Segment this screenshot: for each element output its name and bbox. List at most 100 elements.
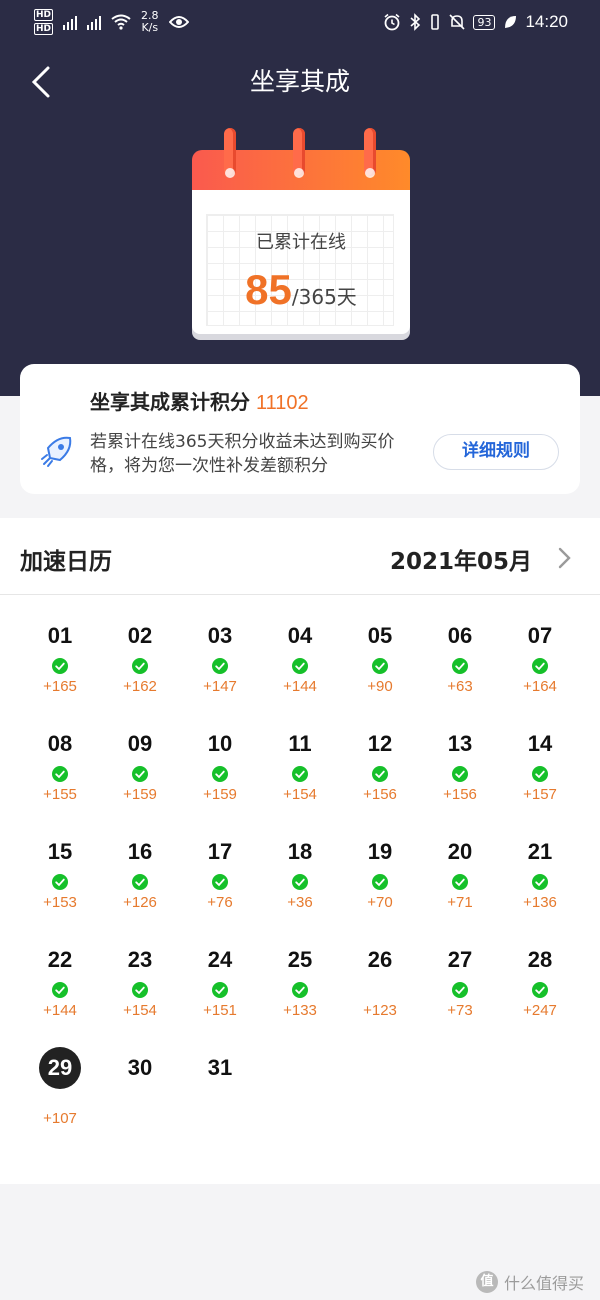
day-points-gain: +70 <box>367 894 393 911</box>
watermark-text: 什么值得买 <box>503 1274 584 1293</box>
calendar-day[interactable]: 27 +73 <box>420 942 500 1050</box>
acceleration-calendar: 加速日历 2021年05月 01 +165 02 +162 03 +147 04 +144 05… <box>0 518 600 1184</box>
day-number-text: 25 <box>287 947 313 972</box>
calendar-day[interactable]: 09 +159 <box>100 726 180 834</box>
calendar-day[interactable]: 17 +76 <box>180 834 260 942</box>
calendar-day[interactable]: 30 <box>100 1050 180 1158</box>
calendar-day[interactable]: 21 +136 <box>500 834 580 942</box>
check-circle-icon <box>212 658 228 674</box>
online-label: 已累计在线 <box>256 232 346 253</box>
calendar-day[interactable]: 11 +154 <box>260 726 340 834</box>
calendar-day[interactable]: 14 +157 <box>500 726 580 834</box>
check-circle-icon <box>52 874 68 890</box>
calendar-day[interactable]: 12 +156 <box>340 726 420 834</box>
network-speed: 2.8 K/s <box>141 10 159 34</box>
bluetooth-icon <box>410 13 421 31</box>
calendar-day[interactable]: 06 +63 <box>420 618 500 726</box>
check-circle-icon <box>52 982 68 998</box>
day-number-text: 11 <box>288 731 312 756</box>
day-points-gain: +247 <box>523 1002 557 1019</box>
day-points-gain: +159 <box>203 786 237 803</box>
day-number-text: 16 <box>127 839 153 864</box>
day-points-gain: +147 <box>203 678 237 695</box>
rocket-icon <box>41 436 72 467</box>
calendar-title: 加速日历 <box>20 549 112 575</box>
calendar-day[interactable]: 03 +147 <box>180 618 260 726</box>
day-points-gain: +162 <box>123 678 157 695</box>
calendar-day[interactable]: 07 +164 <box>500 618 580 726</box>
day-number: 08 <box>20 726 100 762</box>
calendar-day[interactable]: 26 +123 <box>340 942 420 1050</box>
day-number-text: 10 <box>207 731 233 756</box>
day-number: 06 <box>420 618 500 654</box>
watermark: 值 什么值得买 <box>475 1270 584 1294</box>
rules-button[interactable]: 详细规则 <box>433 434 559 470</box>
calendar-day[interactable]: 04 +144 <box>260 618 340 726</box>
day-number: 05 <box>340 618 420 654</box>
calendar-day[interactable]: 15 +153 <box>20 834 100 942</box>
day-number-text: 29 <box>39 1047 81 1089</box>
calendar-day[interactable]: 18 +36 <box>260 834 340 942</box>
calendar-day[interactable]: 01 +165 <box>20 618 100 726</box>
day-points-gain: +144 <box>283 678 317 695</box>
status-bar: HD HD 2.8 K/s 93 14:20 <box>0 0 600 44</box>
day-points-gain: +154 <box>123 1002 157 1019</box>
calendar-day[interactable]: 31 <box>180 1050 260 1158</box>
watermark-logo: 值 <box>475 1271 498 1293</box>
calendar-day[interactable]: 20 +71 <box>420 834 500 942</box>
calendar-day-today[interactable]: 29 +107 <box>20 1047 100 1158</box>
calendar-day[interactable]: 05 +90 <box>340 618 420 726</box>
day-points-gain: +156 <box>443 786 477 803</box>
calendar-day[interactable]: 24 +151 <box>180 942 260 1050</box>
online-days: 85/365天 <box>192 266 410 314</box>
calendar-day[interactable]: 28 +247 <box>500 942 580 1050</box>
check-circle-icon <box>132 874 148 890</box>
day-number: 21 <box>500 834 580 870</box>
check-circle-icon <box>292 982 308 998</box>
day-points-gain: +126 <box>123 894 157 911</box>
check-circle-icon <box>372 874 388 890</box>
day-number-text: 19 <box>367 839 393 864</box>
day-number: 16 <box>100 834 180 870</box>
check-circle-icon <box>372 766 388 782</box>
day-number: 15 <box>20 834 100 870</box>
calendar-ring <box>224 128 236 178</box>
day-number-text: 22 <box>47 947 73 972</box>
day-number-text: 08 <box>47 731 73 756</box>
chevron-right-icon[interactable] <box>554 546 574 570</box>
status-time: 14:20 <box>525 12 568 31</box>
day-number-text: 18 <box>287 839 313 864</box>
check-placeholder <box>20 1086 100 1106</box>
calendar-day[interactable]: 08 +155 <box>20 726 100 834</box>
calendar-day[interactable]: 22 +144 <box>20 942 100 1050</box>
day-number-text: 05 <box>367 623 393 648</box>
calendar-day[interactable]: 13 +156 <box>420 726 500 834</box>
check-circle-icon <box>52 766 68 782</box>
day-number-text: 15 <box>47 839 73 864</box>
calendar-day[interactable]: 23 +154 <box>100 942 180 1050</box>
day-number-text: 09 <box>127 731 153 756</box>
day-number: 02 <box>100 618 180 654</box>
calendar-day[interactable]: 25 +133 <box>260 942 340 1050</box>
divider <box>0 594 600 595</box>
page-title: 坐享其成 <box>249 67 350 96</box>
calendar-day[interactable]: 02 +162 <box>100 618 180 726</box>
calendar-day[interactable]: 10 +159 <box>180 726 260 834</box>
calendar-illustration: 已累计在线 85/365天 <box>192 128 410 344</box>
calendar-day[interactable]: 19 +70 <box>340 834 420 942</box>
check-placeholder <box>180 1086 260 1106</box>
online-days-total: /365天 <box>291 285 357 309</box>
day-points-gain: +156 <box>363 786 397 803</box>
points-value: 11102 <box>256 392 309 414</box>
day-points-gain: +36 <box>287 894 313 911</box>
calendar-day[interactable]: 16 +126 <box>100 834 180 942</box>
day-points-gain: +71 <box>447 894 473 911</box>
check-circle-icon <box>132 658 148 674</box>
day-number-text: 03 <box>207 623 233 648</box>
day-points-gain: +154 <box>283 786 317 803</box>
day-number: 14 <box>500 726 580 762</box>
alarm-icon <box>384 13 400 31</box>
day-points-gain: +76 <box>207 894 233 911</box>
day-points-gain: +136 <box>523 894 557 911</box>
check-placeholder <box>100 1086 180 1106</box>
